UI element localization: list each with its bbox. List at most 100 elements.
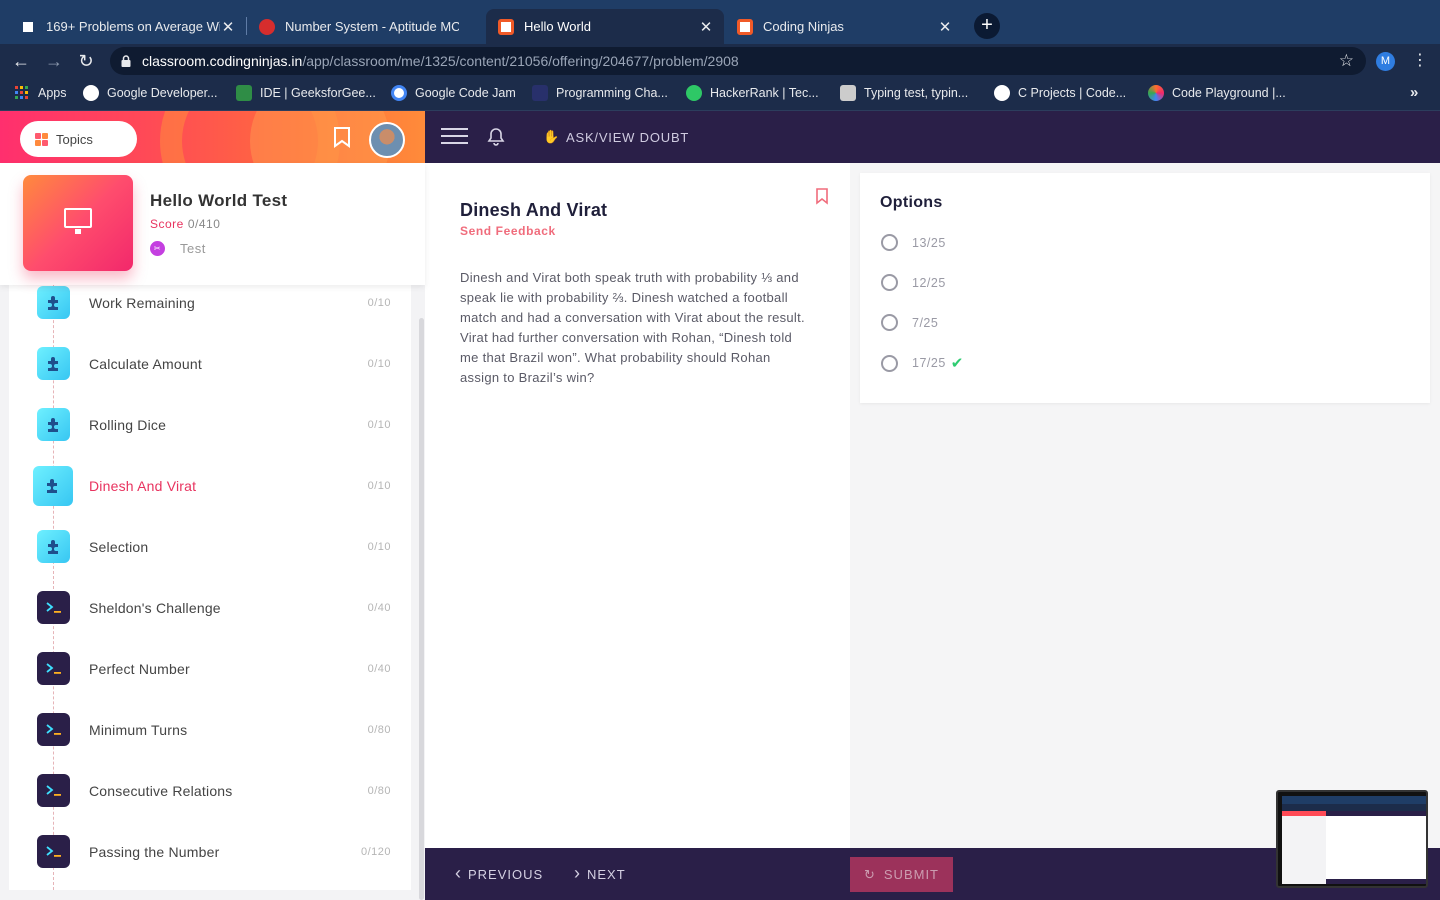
puzzle-icon <box>37 408 70 441</box>
code-playground-icon <box>1148 85 1164 101</box>
problem-points: 0/10 <box>367 357 391 370</box>
sidebar-scrollbar[interactable] <box>419 318 424 900</box>
terminal-icon <box>37 652 70 685</box>
puzzle-icon <box>37 530 70 563</box>
answer-area: Options 13/25 12/25 7/25 17/25 ✔ <box>850 163 1440 848</box>
menu-hamburger-icon[interactable] <box>441 128 468 149</box>
option-item[interactable]: 17/25 ✔ <box>881 354 964 372</box>
browser-toolbar: ← → ↻ classroom.codingninjas.in/app/clas… <box>0 44 1440 78</box>
hackerrank-icon <box>686 85 702 101</box>
problem-list: Work Remaining 0/10 Calculate Amount 0/10 Ro… <box>9 285 411 890</box>
bookmark-item[interactable]: Apps <box>14 85 67 101</box>
problem-points: 0/40 <box>367 601 391 614</box>
bookmark-item[interactable]: Programming Cha... <box>532 85 668 101</box>
problem-name: Sheldon's Challenge <box>89 599 221 616</box>
problem-item[interactable]: Passing the Number 0/120 <box>9 821 411 882</box>
submit-label: SUBMIT <box>883 867 940 882</box>
screen-thumbnail-preview[interactable] <box>1276 790 1428 888</box>
bookmark-star-icon[interactable]: ☆ <box>1339 51 1354 71</box>
problem-name: Consecutive Relations <box>89 782 233 799</box>
problem-name: Dinesh And Virat <box>89 477 197 494</box>
bookmark-item[interactable]: HackerRank | Tec... <box>686 85 819 101</box>
problem-item[interactable]: Dinesh And Virat 0/10 <box>9 455 411 516</box>
test-type: ✂ Test <box>150 241 206 256</box>
problem-item[interactable]: Selection 0/10 <box>9 516 411 577</box>
codechef-icon <box>532 85 548 101</box>
problem-points: 0/10 <box>367 418 391 431</box>
test-summary-card: Hello World Test Score 0/410 ✂ Test <box>0 163 425 285</box>
google-icon <box>391 85 407 101</box>
ask-doubt-button[interactable]: ✋ ASK/VIEW DOUBT <box>543 129 689 145</box>
radio-button[interactable] <box>881 234 898 251</box>
score-value: 0/410 <box>187 217 221 231</box>
problem-item[interactable]: Rolling Dice 0/10 <box>9 394 411 455</box>
test-monitor-icon <box>23 175 133 271</box>
problem-name: Work Remaining <box>89 294 196 311</box>
browser-menu-icon[interactable]: ⋮ <box>1412 51 1428 71</box>
bookmark-item[interactable]: Code Playground |... <box>1148 85 1286 101</box>
problem-item[interactable]: Calculate Amount 0/10 <box>9 333 411 394</box>
test-score: Score 0/410 <box>150 217 220 231</box>
previous-button[interactable]: ‹ PREVIOUS <box>455 863 544 884</box>
option-item[interactable]: 12/25 <box>881 274 946 291</box>
tab-title: Number System - Aptitude MC <box>285 19 459 34</box>
browser-tab[interactable]: Number System - Aptitude MC <box>247 9 485 44</box>
close-tab-icon[interactable]: ✕ <box>220 18 236 36</box>
user-avatar[interactable] <box>369 122 405 158</box>
bookmark-label: C Projects | Code... <box>1018 86 1127 100</box>
reload-icon[interactable]: ↻ <box>75 50 97 72</box>
puzzle-icon <box>37 286 70 319</box>
options-title: Options <box>880 194 943 211</box>
google-developers-icon <box>83 85 99 101</box>
bookmark-item[interactable]: Google Code Jam <box>391 85 516 101</box>
problem-item[interactable]: Work Remaining 0/10 <box>9 285 411 333</box>
send-feedback-link[interactable]: Send Feedback <box>460 224 556 238</box>
bookmark-question-icon[interactable] <box>815 187 829 205</box>
close-tab-icon[interactable]: ✕ <box>698 18 714 36</box>
option-label: 13/25 <box>912 235 946 250</box>
option-item[interactable]: 7/25 <box>881 314 938 331</box>
address-bar[interactable]: classroom.codingninjas.in/app/classroom/… <box>110 47 1366 75</box>
option-label: 12/25 <box>912 275 946 290</box>
more-bookmarks-icon[interactable]: » <box>1410 84 1418 101</box>
radio-button[interactable] <box>881 354 898 372</box>
bookmark-item[interactable]: Typing test, typin... <box>840 85 968 101</box>
new-tab-button[interactable]: + <box>974 13 1000 39</box>
browser-tab-active[interactable]: Hello World ✕ <box>486 9 724 44</box>
bookmark-item[interactable]: C Projects | Code... <box>994 85 1126 101</box>
problem-item[interactable]: Perfect Number 0/40 <box>9 638 411 699</box>
test-type-icon: ✂ <box>150 241 165 256</box>
chevron-right-icon: › <box>574 863 581 883</box>
previous-label: PREVIOUS <box>468 867 544 882</box>
notification-bell-icon[interactable] <box>487 127 505 147</box>
browser-tab[interactable]: 169+ Problems on Average Wit ✕ <box>8 9 246 44</box>
back-arrow-icon[interactable]: ← <box>10 50 32 72</box>
radio-button[interactable] <box>881 274 898 291</box>
tab-favicon-icon <box>20 18 36 35</box>
problem-item[interactable]: Minimum Turns 0/80 <box>9 699 411 760</box>
option-item[interactable]: 13/25 <box>881 234 946 251</box>
forward-arrow-icon[interactable]: → <box>43 50 65 72</box>
submit-button[interactable]: ↻ SUBMIT <box>850 857 953 892</box>
close-tab-icon[interactable]: ✕ <box>937 18 953 36</box>
topics-button[interactable]: Topics <box>20 121 137 157</box>
lock-icon <box>121 55 131 67</box>
question-text: Dinesh and Virat both speak truth with p… <box>460 270 805 385</box>
browser-tab[interactable]: Coding Ninjas ✕ <box>725 9 963 44</box>
next-label: NEXT <box>587 867 626 882</box>
question-title: Dinesh And Virat <box>460 200 608 220</box>
bookmark-item[interactable]: IDE | GeeksforGee... <box>236 85 376 101</box>
problem-item[interactable]: Sheldon's Challenge 0/40 <box>9 577 411 638</box>
next-button[interactable]: › NEXT <box>574 863 626 884</box>
problem-item[interactable]: Consecutive Relations 0/80 <box>9 760 411 821</box>
test-type-label: Test <box>180 241 206 256</box>
bookmark-item[interactable]: Google Developer... <box>83 85 218 101</box>
chevron-left-icon: ‹ <box>455 863 462 883</box>
profile-avatar[interactable]: M <box>1376 52 1395 71</box>
radio-button[interactable] <box>881 314 898 331</box>
hand-icon: ✋ <box>543 129 560 144</box>
problem-name: Passing the Number <box>89 843 220 860</box>
bookmark-icon[interactable] <box>333 126 351 148</box>
problem-points: 0/120 <box>360 845 391 858</box>
problem-points: 0/80 <box>367 723 391 736</box>
